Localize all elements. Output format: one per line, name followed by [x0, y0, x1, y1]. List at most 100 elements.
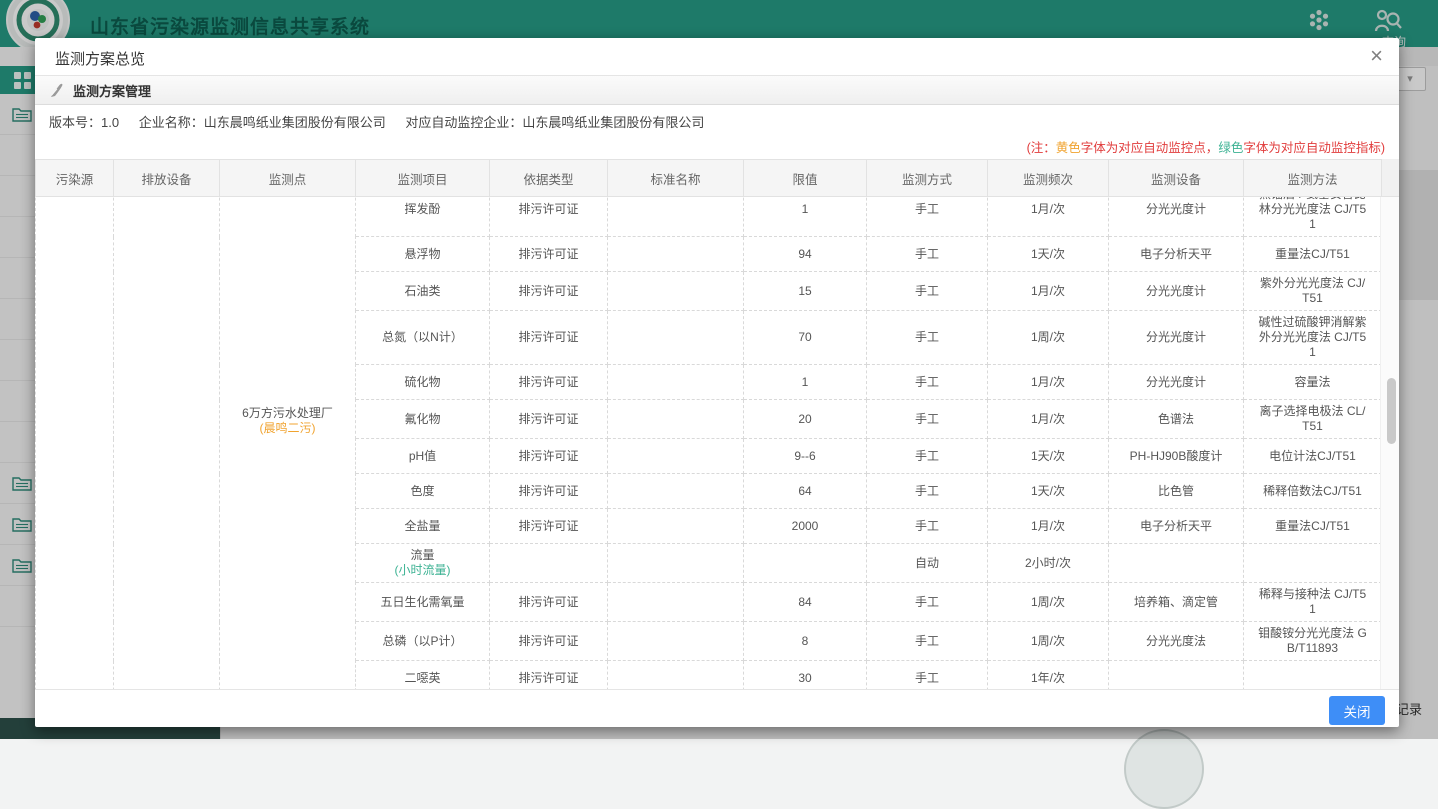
cell-method: 离子选择电极法 CL/T51 — [1244, 400, 1381, 439]
cell-method: 稀释与接种法 CJ/T51 — [1244, 583, 1381, 622]
table-body-area: 6万方污水处理厂(晨鸣二污)挥发酚排污许可证1手工1月/次分光光度计蒸馏后4-氨… — [35, 197, 1399, 689]
item-name: 悬浮物 — [360, 247, 485, 262]
cell-limit: 8 — [744, 622, 867, 661]
cell-item: pH值 — [356, 439, 490, 474]
cell-limit: 1 — [744, 197, 867, 237]
cell-limit: 30 — [744, 661, 867, 690]
cell-standard — [608, 439, 744, 474]
cell-limit — [744, 544, 867, 583]
cell-basis: 排污许可证 — [490, 622, 608, 661]
cell-limit: 1 — [744, 365, 867, 400]
cell-device: 分光光度法 — [1109, 622, 1244, 661]
note-green-word: 绿色 — [1218, 141, 1243, 155]
cell-discharge-equipment — [114, 197, 220, 689]
cell-basis: 排污许可证 — [490, 474, 608, 509]
cell-item: 氟化物 — [356, 400, 490, 439]
cell-freq: 1天/次 — [988, 237, 1109, 272]
cell-pollution-source — [36, 197, 114, 689]
cell-mode: 手工 — [867, 400, 988, 439]
cell-device: 电子分析天平 — [1109, 509, 1244, 544]
cell-limit: 20 — [744, 400, 867, 439]
cell-device: 分光光度计 — [1109, 197, 1244, 237]
cell-device — [1109, 661, 1244, 690]
cell-item: 五日生化需氧量 — [356, 583, 490, 622]
header-row: 污染源排放设备监测点监测项目依据类型标准名称限值监测方式监测频次监测设备监测方法 — [36, 160, 1382, 197]
cell-mode: 手工 — [867, 583, 988, 622]
cell-mode: 手工 — [867, 237, 988, 272]
cell-basis: 排污许可证 — [490, 197, 608, 237]
cell-method — [1244, 544, 1381, 583]
close-icon[interactable]: × — [1370, 44, 1383, 68]
section-header: 监测方案管理 — [35, 76, 1399, 105]
note-yellow-word: 黄色 — [1056, 141, 1081, 155]
modal-title: 监测方案总览 — [55, 48, 145, 69]
cell-freq: 1月/次 — [988, 400, 1109, 439]
cell-limit: 64 — [744, 474, 867, 509]
cell-mode: 手工 — [867, 474, 988, 509]
table-scroll-viewport[interactable]: 6万方污水处理厂(晨鸣二污)挥发酚排污许可证1手工1月/次分光光度计蒸馏后4-氨… — [35, 197, 1380, 689]
cell-freq: 2小时/次 — [988, 544, 1109, 583]
monitoring-plan-modal: 监测方案总览 × 监测方案管理 版本号：1.0 企业名称：山东晨鸣纸业集团股份有… — [35, 38, 1399, 727]
item-name: 挥发酚 — [360, 202, 485, 217]
cell-item: 色度 — [356, 474, 490, 509]
item-name: pH值 — [360, 449, 485, 464]
item-name: 总氮（以N计） — [360, 330, 485, 345]
cell-method: 钼酸铵分光光度法 GB/T11893 — [1244, 622, 1381, 661]
cell-freq: 1周/次 — [988, 583, 1109, 622]
cell-mode: 手工 — [867, 622, 988, 661]
cell-freq: 1月/次 — [988, 272, 1109, 311]
cell-method: 重量法CJ/T51 — [1244, 237, 1381, 272]
cell-item: 流量(小时流量) — [356, 544, 490, 583]
cell-mode: 手工 — [867, 661, 988, 690]
cell-standard — [608, 311, 744, 365]
cell-limit: 9--6 — [744, 439, 867, 474]
cell-device: 培养箱、滴定管 — [1109, 583, 1244, 622]
color-legend-note: (注：黄色字体为对应自动监控点，绿色字体为对应自动监控指标) — [35, 141, 1399, 159]
cell-basis: 排污许可证 — [490, 272, 608, 311]
cell-item: 石油类 — [356, 272, 490, 311]
cell-method: 容量法 — [1244, 365, 1381, 400]
cell-basis: 排污许可证 — [490, 400, 608, 439]
vertical-scrollbar[interactable] — [1380, 197, 1399, 689]
note-middle: 字体为对应自动监控点， — [1081, 141, 1219, 155]
note-prefix: (注： — [1027, 141, 1056, 155]
cell-device: 色谱法 — [1109, 400, 1244, 439]
floating-widget[interactable] — [1124, 729, 1204, 809]
cell-basis: 排污许可证 — [490, 311, 608, 365]
cell-method — [1244, 661, 1381, 690]
cell-item: 总氮（以N计） — [356, 311, 490, 365]
cell-basis: 排污许可证 — [490, 365, 608, 400]
cell-device: 电子分析天平 — [1109, 237, 1244, 272]
close-button[interactable]: 关闭 — [1329, 696, 1385, 725]
plan-table-body: 6万方污水处理厂(晨鸣二污)挥发酚排污许可证1手工1月/次分光光度计蒸馏后4-氨… — [36, 197, 1381, 689]
cell-standard — [608, 400, 744, 439]
item-name: 石油类 — [360, 284, 485, 299]
cell-standard — [608, 509, 744, 544]
version-value: 1.0 — [101, 115, 119, 130]
cell-limit: 2000 — [744, 509, 867, 544]
cell-basis: 排污许可证 — [490, 583, 608, 622]
cell-freq: 1月/次 — [988, 509, 1109, 544]
cell-method: 稀释倍数法CJ/T51 — [1244, 474, 1381, 509]
cell-item: 挥发酚 — [356, 197, 490, 237]
monitor-point-name: 6万方污水处理厂 — [224, 406, 351, 421]
cell-standard — [608, 272, 744, 311]
cell-basis: 排污许可证 — [490, 439, 608, 474]
quill-pen-icon — [49, 83, 64, 98]
column-header: 依据类型 — [490, 160, 608, 197]
column-header: 标准名称 — [608, 160, 744, 197]
plan-table-header: 污染源排放设备监测点监测项目依据类型标准名称限值监测方式监测频次监测设备监测方法 — [35, 159, 1382, 197]
scrollbar-thumb[interactable] — [1387, 378, 1396, 444]
cell-mode: 手工 — [867, 311, 988, 365]
cell-item: 硫化物 — [356, 365, 490, 400]
table-header-row: 污染源排放设备监测点监测项目依据类型标准名称限值监测方式监测频次监测设备监测方法 — [35, 159, 1399, 197]
column-header: 监测项目 — [356, 160, 490, 197]
cell-basis: 排污许可证 — [490, 509, 608, 544]
cell-standard — [608, 661, 744, 690]
cell-limit: 70 — [744, 311, 867, 365]
column-header: 监测设备 — [1109, 160, 1244, 197]
cell-standard — [608, 622, 744, 661]
cell-method: 电位计法CJ/T51 — [1244, 439, 1381, 474]
item-name: 色度 — [360, 484, 485, 499]
cell-mode: 手工 — [867, 365, 988, 400]
